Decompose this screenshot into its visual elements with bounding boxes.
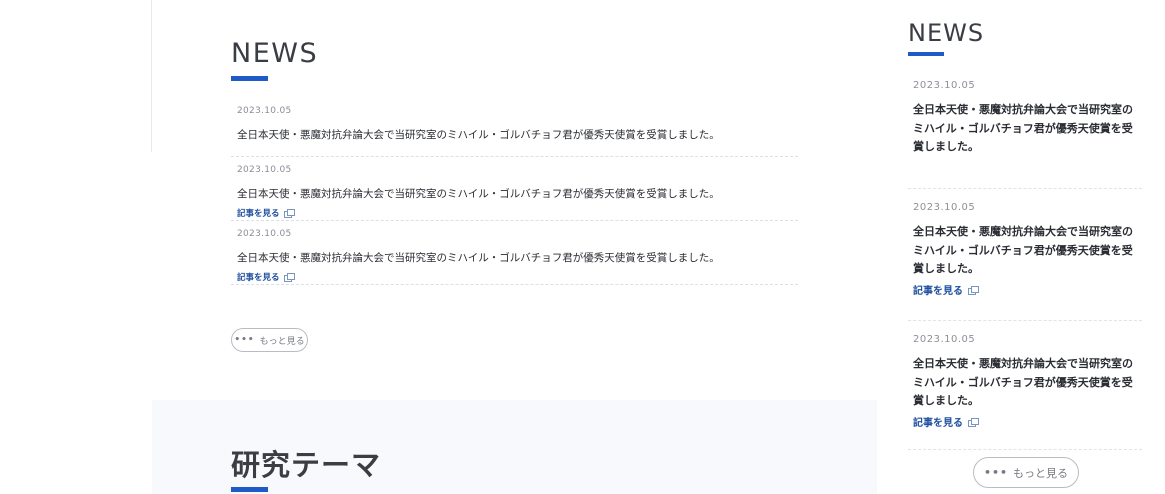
research-section: 研究テーマ [152,400,877,494]
read-article-link[interactable]: 記事を見る [913,417,979,431]
news-date: 2023.10.05 [237,165,292,175]
more-dots-icon: ••• [983,466,1009,479]
heading-underline [231,487,268,492]
sidebar-news-heading: NEWS [908,19,985,47]
news-title[interactable]: 全日本天使・悪魔対抗弁論大会で当研究室のミハイル・ゴルバチョフ君が優秀天使賞を受… [237,251,792,265]
divider-line [151,0,152,152]
more-news-label: もっと見る [259,336,305,347]
news-date: 2023.10.05 [913,80,976,91]
read-article-link[interactable]: 記事を見る [237,273,295,284]
news-item[interactable]: 2023.10.05 全日本天使・悪魔対抗弁論大会で当研究室のミハイル・ゴルバチ… [231,157,798,221]
news-list: 2023.10.05 全日本天使・悪魔対抗弁論大会で当研究室のミハイル・ゴルバチ… [231,98,798,285]
news-heading: NEWS [231,38,319,69]
more-dots-icon: ••• [234,335,255,345]
news-title[interactable]: 全日本天使・悪魔対抗弁論大会で当研究室のミハイル・ゴルバチョフ君が優秀天使賞を受… [913,223,1137,279]
news-date: 2023.10.05 [237,229,292,239]
news-title[interactable]: 全日本天使・悪魔対抗弁論大会で当研究室のミハイル・ゴルバチョフ君が優秀天使賞を受… [237,128,792,142]
sidebar-news: NEWS 2023.10.05 全日本天使・悪魔対抗弁論大会で当研究室のミハイル… [908,18,1142,450]
read-article-link[interactable]: 記事を見る [913,285,979,299]
read-article-link[interactable]: 記事を見る [237,209,295,220]
news-title[interactable]: 全日本天使・悪魔対抗弁論大会で当研究室のミハイル・ゴルバチョフ君が優秀天使賞を受… [913,101,1137,157]
sidebar-news-item[interactable]: 2023.10.05 全日本天使・悪魔対抗弁論大会で当研究室のミハイル・ゴルバチ… [908,321,1142,450]
heading-underline [231,76,268,81]
news-title[interactable]: 全日本天使・悪魔対抗弁論大会で当研究室のミハイル・ゴルバチョフ君が優秀天使賞を受… [237,187,792,201]
news-item[interactable]: 2023.10.05 全日本天使・悪魔対抗弁論大会で当研究室のミハイル・ゴルバチ… [231,221,798,285]
external-link-icon [283,209,295,218]
news-item[interactable]: 2023.10.05 全日本天使・悪魔対抗弁論大会で当研究室のミハイル・ゴルバチ… [231,98,798,157]
read-article-label: 記事を見る [913,285,963,297]
news-date: 2023.10.05 [913,334,976,345]
research-heading: 研究テーマ [231,448,382,482]
sidebar-more-news-button[interactable]: ••• もっと見る [973,457,1079,488]
news-date: 2023.10.05 [237,106,292,116]
external-link-icon [968,418,979,427]
news-date: 2023.10.05 [913,202,976,213]
more-news-button[interactable]: ••• もっと見る [231,328,308,352]
read-article-label: 記事を見る [913,417,963,429]
sidebar-news-item[interactable]: 2023.10.05 全日本天使・悪魔対抗弁論大会で当研究室のミハイル・ゴルバチ… [908,189,1142,321]
more-news-label: もっと見る [1013,466,1069,480]
external-link-icon [968,286,979,295]
read-article-label: 記事を見る [237,273,280,283]
news-title[interactable]: 全日本天使・悪魔対抗弁論大会で当研究室のミハイル・ゴルバチョフ君が優秀天使賞を受… [913,355,1137,411]
news-section: NEWS 2023.10.05 全日本天使・悪魔対抗弁論大会で当研究室のミハイル… [231,38,798,285]
external-link-icon [283,273,295,282]
sidebar-news-item[interactable]: 2023.10.05 全日本天使・悪魔対抗弁論大会で当研究室のミハイル・ゴルバチ… [908,67,1142,189]
read-article-label: 記事を見る [237,209,280,219]
heading-underline [908,52,944,56]
sidebar-news-list: 2023.10.05 全日本天使・悪魔対抗弁論大会で当研究室のミハイル・ゴルバチ… [908,67,1142,450]
